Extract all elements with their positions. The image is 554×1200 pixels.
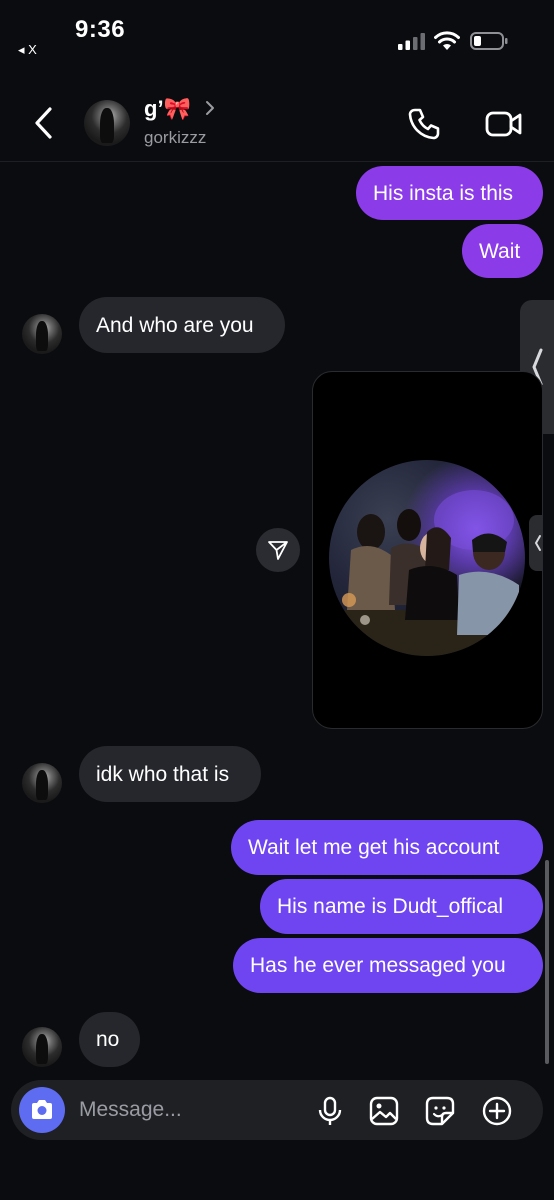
group-photo-image [329, 490, 525, 656]
chevron-right-icon[interactable] [204, 100, 216, 116]
media-drawer-handle[interactable] [529, 515, 542, 571]
send-icon [268, 541, 288, 560]
camera-button[interactable] [19, 1087, 65, 1133]
message-input[interactable] [79, 1094, 299, 1126]
cellular-signal-icon [398, 33, 425, 50]
chat-header: g’🎀 gorkizzz [0, 80, 554, 162]
received-message-bubble[interactable]: idk who that is [79, 746, 261, 802]
battery-icon [470, 32, 508, 50]
sent-message-bubble[interactable]: Has he ever messaged you [233, 938, 543, 993]
wifi-icon [434, 31, 460, 50]
message-text: Has he ever messaged you [250, 954, 506, 977]
phone-icon[interactable] [406, 106, 442, 142]
contact-avatar[interactable] [84, 100, 130, 146]
sender-avatar[interactable] [22, 763, 62, 803]
sticker-icon[interactable] [424, 1095, 456, 1127]
status-time: 9:36 [75, 16, 126, 43]
message-text: His insta is this [373, 181, 514, 205]
message-text: His name is Dudt_offical [277, 895, 504, 918]
message-text: Wait [479, 239, 521, 263]
shared-post-card[interactable] [312, 371, 543, 729]
sent-message-bubble[interactable]: His insta is this [356, 166, 543, 220]
received-message-bubble[interactable]: And who are you [79, 297, 285, 353]
shared-profile-photo[interactable] [329, 460, 525, 656]
status-bar: 9:36 ◂ X [0, 0, 554, 70]
contact-username[interactable]: gorkizzz [144, 128, 206, 148]
message-text: Wait let me get his account [248, 836, 500, 859]
message-composer [11, 1080, 543, 1140]
chevron-left-icon[interactable] [30, 106, 58, 140]
share-button[interactable] [256, 528, 300, 572]
camera-icon [32, 1100, 52, 1119]
chevron-left-icon [534, 535, 541, 551]
sent-message-bubble[interactable]: His name is Dudt_offical [260, 879, 543, 934]
plus-circle-icon[interactable] [481, 1095, 513, 1127]
message-text: no [96, 1028, 120, 1051]
message-text: idk who that is [96, 762, 230, 786]
sender-avatar[interactable] [22, 1027, 62, 1067]
sent-message-bubble[interactable]: Wait let me get his account [231, 820, 543, 875]
sent-message-bubble[interactable]: Wait [462, 224, 543, 278]
received-message-bubble[interactable]: no [79, 1012, 140, 1067]
sender-avatar[interactable] [22, 314, 62, 354]
contact-name[interactable]: g’🎀 [144, 96, 191, 122]
image-icon[interactable] [368, 1095, 400, 1127]
video-camera-icon[interactable] [484, 108, 524, 140]
microphone-icon[interactable] [314, 1095, 346, 1127]
back-to-app-link[interactable]: ◂ X [18, 42, 37, 58]
scrollbar[interactable] [545, 860, 549, 1064]
message-text: And who are you [96, 313, 254, 337]
